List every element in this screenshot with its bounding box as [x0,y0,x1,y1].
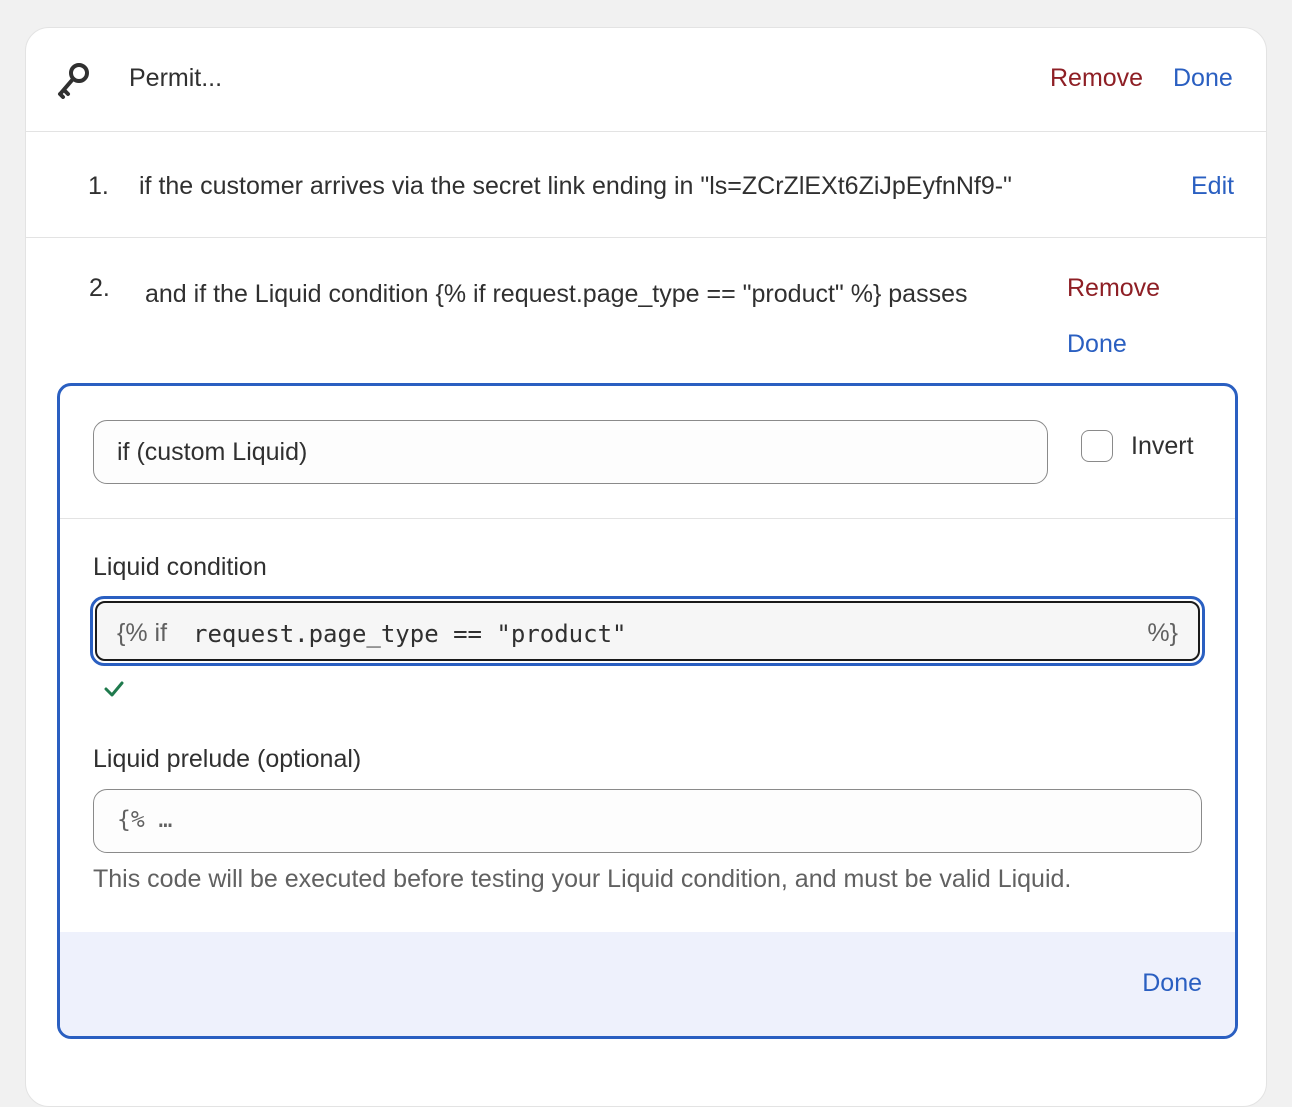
condition-row-1: 1. if the customer arrives via the secre… [26,132,1266,238]
condition-number: 2. [89,274,110,302]
invert-label: Invert [1131,432,1194,460]
liquid-condition-field[interactable]: {% if request.page_type == "product" %} [95,601,1200,661]
condition-text: if the customer arrives via the secret l… [139,172,1012,200]
footer-done-button[interactable]: Done [1142,969,1202,998]
key-icon [58,63,89,99]
permit-header: Permit... Remove Done [26,28,1266,132]
remove-condition-button[interactable]: Remove [1067,274,1160,303]
checkmark-icon [104,681,124,697]
prelude-placeholder: {% … [117,807,173,833]
editor-footer: Done [60,932,1235,1036]
liquid-condition-value[interactable]: request.page_type == "product" [193,620,626,648]
remove-button[interactable]: Remove [1050,64,1143,93]
page-title: Permit... [129,64,223,92]
done-condition-button[interactable]: Done [1067,330,1127,359]
liquid-prelude-input[interactable]: {% … [93,789,1202,853]
editor-top: if (custom Liquid) Invert [60,386,1235,519]
condition-type-select[interactable]: if (custom Liquid) [93,420,1048,484]
liquid-prelude-label: Liquid prelude (optional) [93,745,362,773]
condition-text: and if the Liquid condition {% if reques… [145,280,968,308]
invert-checkbox[interactable] [1081,430,1113,462]
liquid-suffix: %} [1147,619,1178,647]
liquid-condition-input[interactable]: {% if request.page_type == "product" %} [90,596,1205,666]
edit-condition-button[interactable]: Edit [1191,172,1234,201]
permit-card: Permit... Remove Done 1. if the customer… [25,27,1267,1107]
liquid-prefix: {% if [117,619,168,647]
condition-number: 1. [88,172,109,200]
liquid-condition-label: Liquid condition [93,553,267,581]
condition-editor: if (custom Liquid) Invert Liquid conditi… [57,383,1238,1039]
done-button[interactable]: Done [1173,64,1233,93]
prelude-help-text: This code will be executed before testin… [93,865,1072,893]
